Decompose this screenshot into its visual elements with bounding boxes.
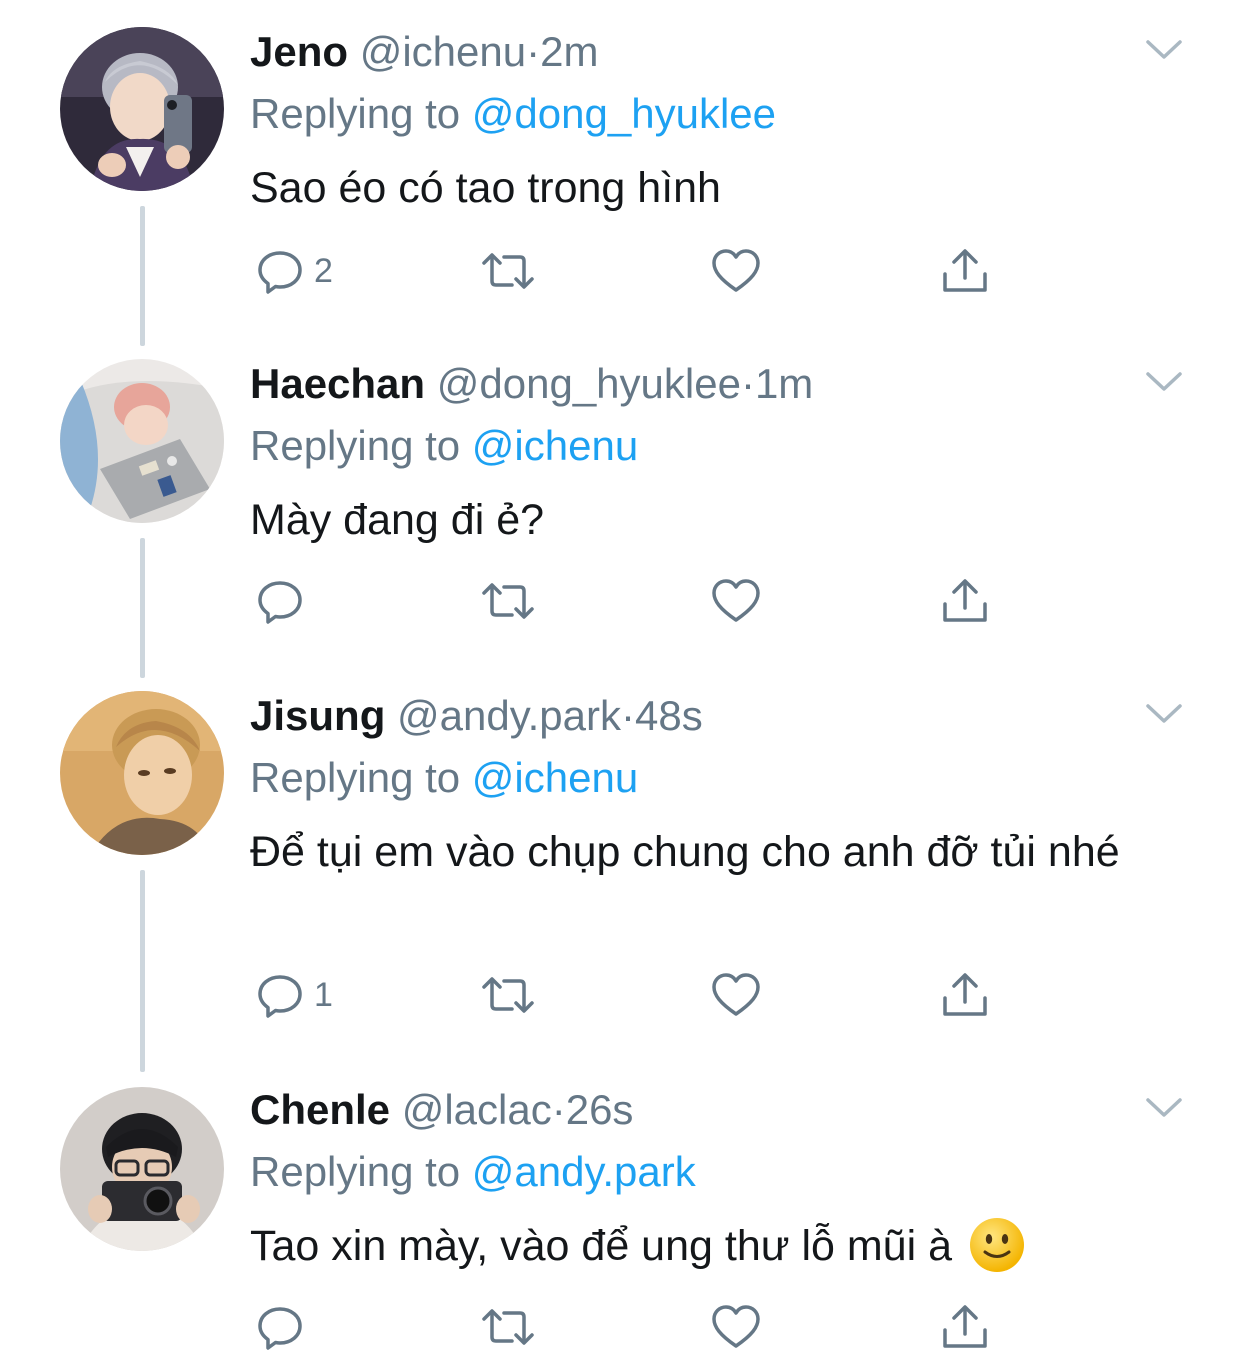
tweet-text: Để tụi em vào chụp chung cho anh đỡ tủi … — [250, 828, 1120, 876]
avatar[interactable] — [60, 27, 224, 191]
separator-dot: · — [740, 360, 755, 407]
heart-icon — [712, 579, 760, 622]
mention-link[interactable]: @andy.park — [472, 1148, 696, 1195]
avatar[interactable] — [60, 691, 224, 855]
reply-icon — [258, 975, 302, 1018]
mention-link[interactable]: @ichenu — [472, 422, 638, 469]
tweet-text: Mày đang đi ẻ? — [250, 496, 545, 544]
replying-to: Replying to @andy.park — [250, 1142, 696, 1202]
like-button[interactable] — [710, 246, 762, 296]
chevron-down-icon[interactable] — [1144, 370, 1184, 394]
chevron-down-icon[interactable] — [1144, 702, 1184, 726]
replying-to-label: Replying to — [250, 90, 461, 137]
user-handle[interactable]: @laclac — [402, 1086, 552, 1133]
retweet-button[interactable] — [480, 1302, 536, 1352]
reply-count: 1 — [314, 975, 333, 1014]
tweet-text-container: Tao xin mày, vào để ung thư lỗ mũi à — [250, 1214, 1170, 1278]
chevron-down-icon[interactable] — [1144, 38, 1184, 62]
share-button[interactable] — [940, 246, 990, 296]
share-icon — [943, 973, 987, 1016]
tweet-thread: Jeno @ichenu·2m Replying to @dong_hyukle… — [0, 0, 1242, 1369]
retweet-icon — [482, 977, 534, 1013]
user-handle[interactable]: @dong_hyuklee — [437, 360, 741, 407]
action-bar — [250, 576, 1010, 626]
heart-icon — [712, 1305, 760, 1348]
share-button[interactable] — [940, 970, 990, 1020]
replying-to-label: Replying to — [250, 754, 461, 801]
tweet-header: Jeno @ichenu·2m — [250, 22, 598, 82]
tweet-header: Haechan @dong_hyuklee·1m — [250, 354, 813, 414]
replying-to: Replying to @ichenu — [250, 416, 638, 476]
share-icon — [943, 1305, 987, 1348]
reply-count: 2 — [314, 251, 333, 290]
chevron-down-icon[interactable] — [1144, 1096, 1184, 1120]
reply-icon — [258, 1307, 302, 1350]
action-bar: 2 — [250, 246, 1010, 296]
reply-button[interactable] — [256, 576, 314, 626]
replying-to: Replying to @dong_hyuklee — [250, 84, 776, 144]
share-icon — [943, 249, 987, 292]
tweet-header: Chenle @laclac·26s — [250, 1080, 633, 1140]
user-handle[interactable]: @andy.park — [397, 692, 621, 739]
display-name[interactable]: Haechan — [250, 360, 425, 407]
thread-connector-line — [140, 538, 145, 678]
mention-link[interactable]: @dong_hyuklee — [472, 90, 776, 137]
replying-to: Replying to @ichenu — [250, 748, 638, 808]
retweet-button[interactable] — [480, 246, 536, 296]
display-name[interactable]: Chenle — [250, 1086, 390, 1133]
separator-dot: · — [621, 692, 635, 739]
tweet-header: Jisung @andy.park·48s — [250, 686, 703, 746]
share-icon — [943, 579, 987, 622]
thread-connector-line — [140, 206, 145, 346]
action-bar: 1 — [250, 970, 1010, 1020]
heart-icon — [712, 973, 760, 1016]
tweet-text: Tao xin mày, vào để ung thư lỗ mũi à — [250, 1222, 953, 1270]
replying-to-label: Replying to — [250, 1148, 461, 1195]
user-handle[interactable]: @ichenu — [360, 28, 526, 75]
reply-button[interactable] — [256, 1302, 314, 1352]
display-name[interactable]: Jisung — [250, 692, 385, 739]
retweet-icon — [482, 583, 534, 619]
slightly-smiling-face-emoji — [969, 1217, 1024, 1272]
reply-icon — [258, 251, 302, 294]
retweet-button[interactable] — [480, 576, 536, 626]
share-button[interactable] — [940, 576, 990, 626]
like-button[interactable] — [710, 970, 762, 1020]
reply-icon — [258, 581, 302, 624]
timestamp[interactable]: 48s — [635, 692, 703, 739]
separator-dot: · — [551, 1086, 566, 1133]
avatar[interactable] — [60, 1087, 224, 1251]
reply-button[interactable]: 1 — [256, 970, 333, 1020]
avatar[interactable] — [60, 359, 224, 523]
timestamp[interactable]: 26s — [566, 1086, 634, 1133]
action-bar — [250, 1302, 1010, 1352]
like-button[interactable] — [710, 576, 762, 626]
reply-button[interactable]: 2 — [256, 246, 333, 296]
separator-dot: · — [526, 28, 541, 75]
retweet-icon — [482, 253, 534, 289]
share-button[interactable] — [940, 1302, 990, 1352]
retweet-icon — [482, 1309, 534, 1345]
tweet-text: Sao éo có tao trong hình — [250, 164, 721, 212]
replying-to-label: Replying to — [250, 422, 461, 469]
display-name[interactable]: Jeno — [250, 28, 348, 75]
timestamp[interactable]: 2m — [540, 28, 598, 75]
mention-link[interactable]: @ichenu — [472, 754, 638, 801]
like-button[interactable] — [710, 1302, 762, 1352]
retweet-button[interactable] — [480, 970, 536, 1020]
thread-connector-line — [140, 870, 145, 1072]
timestamp[interactable]: 1m — [755, 360, 813, 407]
heart-icon — [712, 249, 760, 292]
